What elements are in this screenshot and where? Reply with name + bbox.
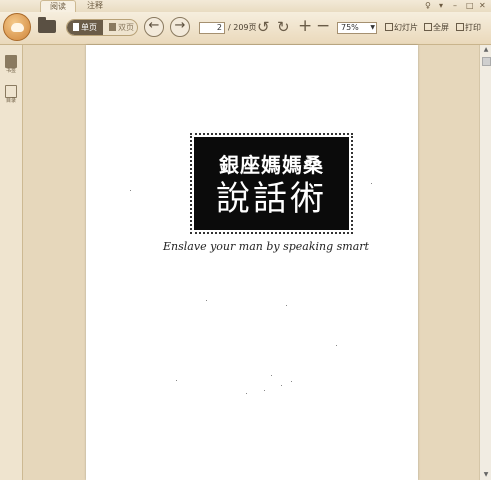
double-page-icon [109, 23, 116, 31]
scan-speck [206, 300, 207, 301]
toc-icon [5, 85, 17, 98]
zoom-in-icon[interactable]: + [298, 18, 312, 35]
sidebar-item-label: 目录 [5, 98, 16, 104]
zoom-value: 75% [341, 23, 359, 32]
skin-icon[interactable]: ♀ [425, 1, 431, 11]
slideshow-button[interactable]: 幻灯片 [385, 22, 418, 33]
left-sidebar: 书签 目录 [0, 45, 23, 480]
book-title-frame: 銀座媽媽桑 說話術 [190, 133, 353, 234]
scrollbar-thumb[interactable] [482, 57, 491, 66]
toolbar: 单页 双页 ← → 2 / 209页 ↺ ↻ + − 75% ▼ 幻灯片 全屏 … [0, 12, 491, 45]
page-number-input[interactable]: 2 [199, 22, 225, 34]
arrow-left-icon: ← [148, 18, 160, 33]
sidebar-item-bookmark[interactable]: 书签 [3, 55, 19, 75]
rotate-right-icon[interactable]: ↻ [277, 19, 290, 35]
minimize-icon[interactable]: – [453, 1, 457, 11]
bookmark-icon [5, 55, 17, 68]
printer-icon [456, 23, 464, 31]
maximize-icon[interactable]: □ [466, 1, 474, 11]
single-page-label: 单页 [81, 23, 97, 32]
double-page-button[interactable]: 双页 [103, 20, 137, 35]
single-page-icon [73, 23, 79, 31]
scan-speck [291, 381, 292, 382]
scan-speck [371, 183, 372, 184]
document-page[interactable]: 銀座媽媽桑 說話術 Enslave your man by speaking s… [86, 45, 418, 480]
document-canvas[interactable]: 銀座媽媽桑 說話術 Enslave your man by speaking s… [23, 45, 479, 480]
book-title-line2: 說話術 [216, 179, 327, 219]
close-icon[interactable]: ✕ [479, 1, 486, 11]
sidebar-item-toc[interactable]: 目录 [3, 85, 19, 105]
scan-speck [246, 393, 247, 394]
book-title-line1: 銀座媽媽桑 [219, 153, 324, 177]
fullscreen-icon [424, 23, 432, 31]
tab-notes[interactable]: 注释 [80, 0, 110, 12]
scan-speck [271, 375, 272, 376]
vertical-scrollbar[interactable]: ▲ ▼ [479, 45, 491, 480]
book-subtitle: Enslave your man by speaking smart [163, 240, 369, 253]
arrow-right-icon: → [174, 18, 186, 33]
fullscreen-button[interactable]: 全屏 [424, 22, 449, 33]
chevron-down-icon: ▼ [370, 24, 375, 31]
single-page-button[interactable]: 单页 [67, 20, 103, 35]
total-pages-label: / 209页 [228, 23, 257, 32]
scan-speck [130, 190, 131, 191]
scroll-down-icon[interactable]: ▼ [480, 470, 491, 480]
scan-speck [264, 390, 265, 391]
view-mode-toggle: 单页 双页 [66, 19, 138, 36]
zoom-out-icon[interactable]: − [316, 18, 330, 35]
app-logo-icon[interactable] [3, 13, 31, 41]
scan-speck [336, 345, 337, 346]
rotate-left-icon[interactable]: ↺ [257, 19, 270, 35]
fullscreen-label: 全屏 [433, 23, 449, 32]
zoom-select[interactable]: 75% ▼ [337, 22, 377, 34]
title-bar: 阅读 注释 ♀ ▾ – □ ✕ [0, 0, 491, 12]
print-button[interactable]: 打印 [456, 22, 481, 33]
next-page-button[interactable]: → [170, 17, 190, 37]
scroll-up-icon[interactable]: ▲ [480, 45, 491, 55]
open-folder-icon[interactable] [38, 17, 56, 33]
scan-speck [281, 385, 282, 386]
prev-page-button[interactable]: ← [144, 17, 164, 37]
sidebar-item-label: 书签 [5, 68, 16, 74]
menu-icon[interactable]: ▾ [439, 1, 443, 11]
slideshow-icon [385, 23, 393, 31]
print-label: 打印 [465, 23, 481, 32]
slideshow-label: 幻灯片 [394, 23, 418, 32]
double-page-label: 双页 [118, 23, 134, 32]
scan-speck [286, 305, 287, 306]
tab-reading[interactable]: 阅读 [40, 0, 76, 12]
scan-speck [176, 380, 177, 381]
